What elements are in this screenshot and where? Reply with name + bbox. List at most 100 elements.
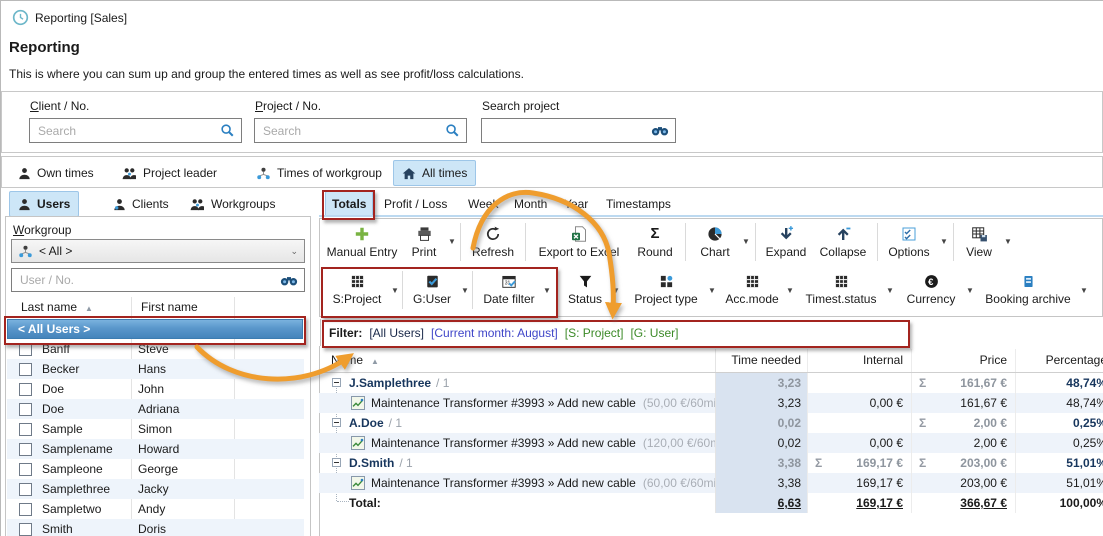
svg-text:€: € [928,277,934,287]
tab-all-times[interactable]: All times [393,160,476,186]
dropdown-arrow-icon[interactable]: ▼ [390,286,400,295]
date-filter-button[interactable]: 31 Date filter [478,268,540,312]
column-price[interactable]: Price [911,349,1015,372]
user-row[interactable]: BanffSteve [7,339,304,359]
export-to-excel-button[interactable]: Export to Excel [531,220,627,264]
dropdown-arrow-icon[interactable]: ▼ [542,286,552,295]
user-checkbox[interactable] [19,483,32,496]
dropdown-arrow-icon[interactable]: ▼ [447,237,457,246]
report-row-group[interactable]: J.Samplethree/ 1 3,23 Σ161,67 € 48,74% [319,373,1103,393]
tab-totals[interactable]: Totals [325,191,373,217]
tabs-underline [319,215,1103,217]
report-row-detail[interactable]: Maintenance Transformer #3993 » Add new … [319,433,1103,453]
manual-entry-button[interactable]: Manual Entry [326,220,398,264]
options-button[interactable]: Options [883,220,935,264]
user-checkbox[interactable] [19,523,32,536]
report-row-detail[interactable]: Maintenance Transformer #3993 » Add new … [319,393,1103,413]
round-button[interactable]: Σ Round [631,220,679,264]
tab-workgroups[interactable]: Workgroups [181,191,284,217]
dropdown-arrow-icon[interactable]: ▼ [785,286,795,295]
filter-item-users[interactable]: [All Users] [369,326,424,340]
user-row[interactable]: BeckerHans [7,359,304,379]
filter-item-month[interactable]: [Current month: August] [431,326,558,340]
column-internal[interactable]: Internal [807,349,911,372]
dropdown-arrow-icon[interactable]: ▼ [885,286,895,295]
project-search-input[interactable] [261,123,445,139]
tab-project-leader[interactable]: Project leader [113,160,226,186]
user-row[interactable]: DoeJohn [7,379,304,399]
search-icon[interactable] [220,123,235,138]
refresh-button[interactable]: Refresh [467,220,519,264]
user-checkbox[interactable] [19,463,32,476]
binoculars-icon[interactable] [280,274,298,287]
user-row[interactable]: SampleSimon [7,419,304,439]
user-checkbox[interactable] [19,503,32,516]
user-row[interactable]: SampletwoAndy [7,499,304,519]
column-first-name[interactable]: First name [141,300,198,314]
dropdown-arrow-icon[interactable]: ▼ [460,286,470,295]
tab-own-times[interactable]: Own times [9,160,103,186]
workgroup-dropdown[interactable]: < All > ⌄ [11,239,305,263]
booking-archive-button[interactable]: Booking archive [981,268,1075,312]
user-row[interactable]: SmithDoris [7,519,304,536]
collapse-expander[interactable] [332,418,341,427]
report-row-detail[interactable]: Maintenance Transformer #3993 » Add new … [319,473,1103,493]
currency-button[interactable]: € Currency [901,268,961,312]
column-time-needed[interactable]: Time needed [715,349,807,372]
client-search-input[interactable] [36,123,220,139]
collapse-button[interactable]: Collapse [815,220,871,264]
tab-users[interactable]: Users [9,191,79,217]
filter-item-group[interactable]: [G: User] [630,326,678,340]
project-type-button[interactable]: Project type [629,268,703,312]
tab-times-of-workgroup[interactable]: Times of workgroup [247,160,391,186]
acc-mode-button[interactable]: Acc.mode [723,268,781,312]
user-checkbox[interactable] [19,383,32,396]
dropdown-arrow-icon[interactable]: ▼ [611,286,621,295]
dropdown-arrow-icon[interactable]: ▼ [1079,286,1089,295]
user-checkbox[interactable] [19,443,32,456]
search-project-input[interactable] [488,123,651,139]
column-percentage[interactable]: Percentage [1015,349,1103,372]
user-checkbox[interactable] [19,403,32,416]
report-row-group[interactable]: D.Smith/ 1 3,38 Σ169,17 € Σ203,00 € 51,0… [319,453,1103,473]
search-icon[interactable] [445,123,460,138]
group-user-button[interactable]: G:User [408,268,456,312]
binoculars-icon[interactable] [651,124,669,137]
column-last-name[interactable]: Last name▲ [21,300,93,314]
timest-status-button[interactable]: Timest.status [801,268,881,312]
tab-month[interactable]: Month [509,191,552,217]
tab-year[interactable]: Year [559,191,593,217]
print-button[interactable]: Print [405,220,443,264]
user-row[interactable]: DoeAdriana [7,399,304,419]
view-button[interactable]: View [959,220,999,264]
filter-bar: Filter: [All Users] [Current month: Augu… [320,319,1103,346]
sum-project-button[interactable]: S:Project [328,268,386,312]
tab-week[interactable]: Week [463,191,503,217]
user-filter-input[interactable] [18,272,280,288]
user-checkbox[interactable] [19,363,32,376]
dropdown-arrow-icon[interactable]: ▼ [741,237,751,246]
user-checkbox[interactable] [19,343,32,356]
user-row[interactable]: SamplethreeJacky [7,479,304,499]
user-row[interactable]: SamplenameHoward [7,439,304,459]
dropdown-arrow-icon[interactable]: ▼ [939,237,949,246]
collapse-expander[interactable] [332,378,341,387]
dropdown-arrow-icon[interactable]: ▼ [1003,237,1013,246]
toolbar-separator [755,223,756,261]
column-name[interactable]: Name▲ [331,349,719,372]
dropdown-arrow-icon[interactable]: ▼ [965,286,975,295]
dropdown-arrow-icon[interactable]: ▼ [707,286,717,295]
filter-item-sum[interactable]: [S: Project] [565,326,624,340]
user-row[interactable]: SampleoneGeorge [7,459,304,479]
user-checkbox[interactable] [19,423,32,436]
collapse-expander[interactable] [332,458,341,467]
tab-clients[interactable]: Clients [104,191,178,217]
report-row-group[interactable]: A.Doe/ 1 0,02 Σ2,00 € 0,25% [319,413,1103,433]
tab-timestamps[interactable]: Timestamps [601,191,676,217]
list-item-all-users[interactable]: < All Users > [7,319,303,339]
tab-profit-loss[interactable]: Profit / Loss [379,191,452,217]
expand-button[interactable]: Expand [761,220,811,264]
status-button[interactable]: Status [563,268,607,312]
client-search-box [29,118,242,143]
chart-button[interactable]: Chart [693,220,737,264]
